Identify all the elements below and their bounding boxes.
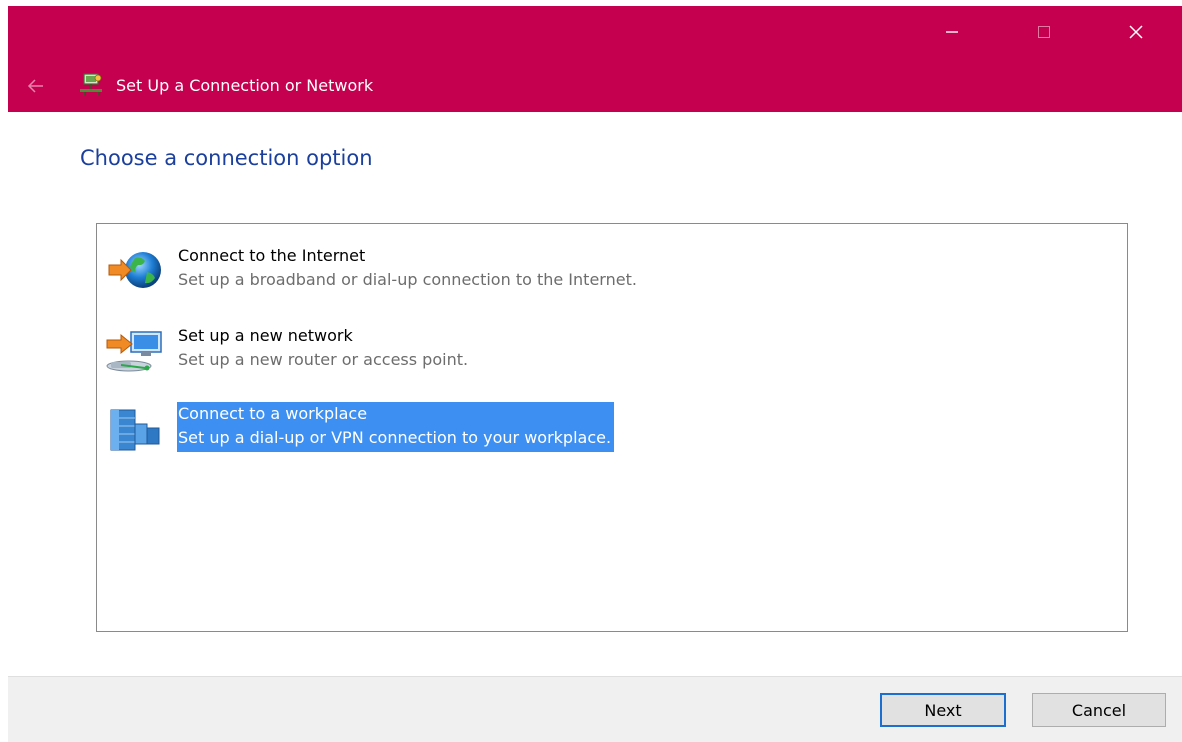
close-button[interactable] <box>1090 6 1182 58</box>
close-icon <box>1129 25 1143 39</box>
setup-connection-window: Set Up a Connection or Network Choose a … <box>0 0 1182 742</box>
maximize-button[interactable] <box>998 6 1090 58</box>
maximize-icon <box>1038 26 1050 38</box>
option-text: Connect to a workplace Set up a dial-up … <box>177 402 615 452</box>
globe-icon <box>108 252 161 288</box>
connection-options-list: Connect to the Internet Set up a broadba… <box>96 223 1128 632</box>
cancel-button[interactable]: Cancel <box>1032 693 1166 727</box>
option-description: Set up a broadband or dial-up connection… <box>178 270 637 289</box>
option-text: Connect to the Internet Set up a broadba… <box>178 244 637 292</box>
router-icon <box>106 331 162 372</box>
back-button[interactable] <box>16 68 56 104</box>
option-title: Connect to a workplace <box>178 404 368 423</box>
option-description: Set up a new router or access point. <box>178 350 469 369</box>
page-heading: Choose a connection option <box>80 146 373 170</box>
window-controls <box>906 6 1182 58</box>
title-bar: Set Up a Connection or Network <box>8 6 1182 112</box>
option-title: Set up a new network <box>178 326 353 345</box>
next-button[interactable]: Next <box>880 693 1006 727</box>
window-title: Set Up a Connection or Network <box>116 76 374 95</box>
option-title: Connect to the Internet <box>178 246 366 265</box>
workplace-icon <box>110 409 160 451</box>
network-setup-icon <box>80 73 102 96</box>
back-arrow-icon <box>27 79 43 93</box>
option-description: Set up a dial-up or VPN connection to yo… <box>178 428 612 447</box>
option-text: Set up a new network Set up a new router… <box>178 324 468 372</box>
minimize-icon <box>946 31 958 33</box>
dialog-footer: Next Cancel <box>8 676 1182 742</box>
minimize-button[interactable] <box>906 6 998 58</box>
